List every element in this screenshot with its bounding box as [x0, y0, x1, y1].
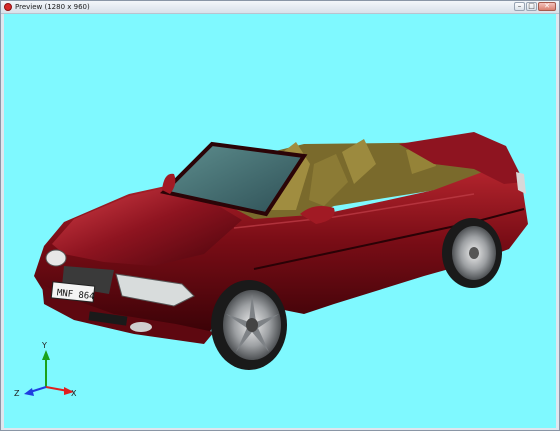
y-axis-arrow [42, 350, 50, 360]
render-canvas: MNF 864 Y X Z [14, 132, 528, 398]
minimize-button[interactable]: – [514, 2, 525, 11]
preview-window: Preview (1280 x 960) – □ ✕ MNF 864 Y X Z [0, 0, 560, 431]
maximize-button[interactable]: □ [526, 2, 537, 11]
front-wheel [211, 280, 287, 370]
rear-wheel [442, 218, 502, 288]
window-title: Preview (1280 x 960) [15, 3, 90, 11]
fog-light [130, 322, 152, 332]
z-axis-arrow [24, 388, 34, 396]
title-bar[interactable]: Preview (1280 x 960) – □ ✕ [1, 1, 559, 14]
z-axis-label: Z [14, 389, 20, 398]
x-axis-label: X [71, 389, 77, 398]
car-model: MNF 864 [34, 132, 528, 370]
render-viewport[interactable]: MNF 864 Y X Z [4, 14, 556, 428]
close-button[interactable]: ✕ [538, 2, 556, 11]
y-axis-label: Y [41, 341, 47, 350]
app-icon [4, 3, 12, 11]
axis-gizmo: Y X Z [14, 341, 77, 398]
left-headlight [45, 249, 67, 267]
